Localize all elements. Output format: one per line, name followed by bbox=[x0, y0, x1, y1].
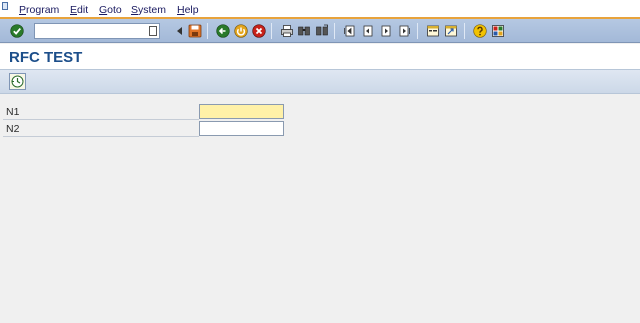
standard-toolbar bbox=[0, 19, 640, 43]
menu-bar: Program Edit Goto System Help bbox=[0, 0, 640, 19]
toolbar-separator bbox=[464, 23, 465, 39]
field-label-n2: N2 bbox=[6, 123, 20, 135]
help-icon[interactable] bbox=[472, 23, 487, 38]
find-icon[interactable] bbox=[296, 23, 311, 38]
first-page-icon[interactable] bbox=[342, 23, 357, 38]
field-row-divider bbox=[3, 136, 199, 137]
next-page-icon[interactable] bbox=[378, 23, 393, 38]
print-icon[interactable] bbox=[279, 23, 294, 38]
menu-edit[interactable]: Edit bbox=[70, 4, 88, 16]
execute-clock-icon bbox=[11, 75, 24, 88]
field-row-n2: N2 bbox=[3, 121, 284, 137]
exit-icon[interactable] bbox=[233, 23, 248, 38]
field-row-divider bbox=[3, 119, 199, 120]
command-history-icon[interactable] bbox=[149, 26, 157, 36]
toolbar-separator bbox=[271, 23, 272, 39]
toolbar-separator bbox=[417, 23, 418, 39]
field-label-n1: N1 bbox=[6, 106, 20, 118]
execute-button[interactable] bbox=[9, 73, 26, 90]
toolbar-separator bbox=[334, 23, 335, 39]
menu-goto[interactable]: Goto bbox=[99, 4, 122, 16]
back-icon[interactable] bbox=[215, 23, 230, 38]
cancel-icon[interactable] bbox=[251, 23, 266, 38]
n1-input[interactable] bbox=[199, 104, 284, 119]
field-row-n1: N1 bbox=[3, 104, 284, 120]
command-dropdown-icon[interactable] bbox=[172, 23, 187, 38]
save-icon[interactable] bbox=[187, 23, 202, 38]
enter-checkmark-icon[interactable] bbox=[9, 23, 24, 38]
menu-help[interactable]: Help bbox=[177, 4, 199, 16]
command-field[interactable] bbox=[34, 23, 160, 39]
previous-page-icon[interactable] bbox=[360, 23, 375, 38]
last-page-icon[interactable] bbox=[396, 23, 411, 38]
customize-layout-icon[interactable] bbox=[490, 23, 505, 38]
screen-title-bar: RFC TEST bbox=[0, 44, 640, 70]
menu-program[interactable]: Program bbox=[19, 4, 59, 16]
generate-shortcut-icon[interactable] bbox=[443, 23, 458, 38]
system-menu-icon[interactable] bbox=[2, 2, 8, 10]
create-session-icon[interactable] bbox=[425, 23, 440, 38]
toolbar-separator bbox=[207, 23, 208, 39]
application-toolbar bbox=[0, 70, 640, 94]
page-title: RFC TEST bbox=[9, 49, 83, 66]
n2-input[interactable] bbox=[199, 121, 284, 136]
find-next-icon[interactable] bbox=[314, 23, 329, 38]
menu-system[interactable]: System bbox=[131, 4, 166, 16]
